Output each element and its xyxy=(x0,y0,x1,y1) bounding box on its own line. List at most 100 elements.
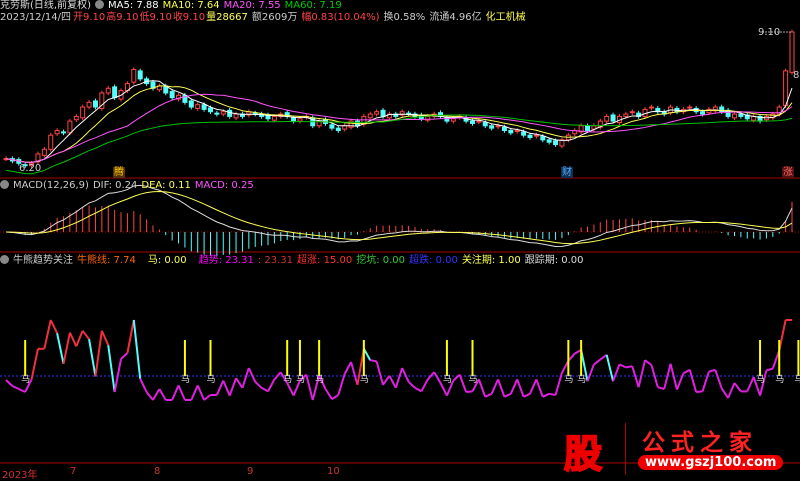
candle-down xyxy=(137,70,143,80)
macd-header: MACD(12,26,9) DIF: 0.24 DEA: 0.11 MACD: 0.2… xyxy=(0,180,258,192)
trend-value: 趋势: 23.31 xyxy=(198,255,254,266)
ma20-line xyxy=(5,93,793,163)
candle-down xyxy=(489,125,495,129)
signal-mark: 马 xyxy=(360,374,369,385)
trend-segment xyxy=(62,332,71,365)
axis-label-aug: 8 xyxy=(154,466,161,477)
trend-segment xyxy=(190,384,199,401)
candle-up xyxy=(271,115,277,121)
max-price-label: 9.10 xyxy=(758,27,781,38)
trend-segment xyxy=(261,386,269,393)
candle-down xyxy=(700,111,706,115)
trend-segment xyxy=(504,392,512,398)
candle-down xyxy=(207,107,213,113)
trend-segment xyxy=(75,330,84,347)
candle-down xyxy=(380,109,386,117)
candle-up xyxy=(374,111,380,115)
last-price-label: 8. xyxy=(793,70,800,81)
candle-down xyxy=(546,139,552,143)
trend-segment xyxy=(746,376,755,392)
ma-value: 马: 0.00 xyxy=(147,255,187,266)
trend-value-2: : 23.31 xyxy=(257,255,294,266)
candle-up xyxy=(533,134,539,137)
trend-segment xyxy=(235,377,244,389)
chart-canvas[interactable]: 马马马马马马马马马马马马马马 xyxy=(0,0,800,477)
trend-segment xyxy=(343,361,352,375)
track-period: 跟踪期: 0.00 xyxy=(524,255,584,266)
candle-up xyxy=(41,148,47,156)
trend-segment xyxy=(509,378,519,395)
candle-down xyxy=(610,114,616,122)
candle-up xyxy=(514,129,520,132)
trend-segment xyxy=(88,339,97,377)
trend-segment xyxy=(68,332,78,347)
candle-up xyxy=(367,113,373,119)
trend-segment xyxy=(631,365,640,388)
trend-segment xyxy=(350,361,359,386)
ma60-line xyxy=(5,114,793,175)
trend-segment xyxy=(484,392,493,398)
candle-down xyxy=(335,127,341,131)
trend-segment xyxy=(669,363,678,390)
trend-segment xyxy=(401,367,410,383)
candle-up xyxy=(687,106,693,109)
trend-segment xyxy=(267,378,276,392)
trend-segment xyxy=(490,378,499,395)
trend-segment xyxy=(56,332,65,365)
trend-segment xyxy=(477,379,487,398)
signal-mark: 马 xyxy=(206,374,215,385)
trend-segment xyxy=(382,375,391,386)
trend-segment xyxy=(458,374,468,393)
trend-segment xyxy=(177,384,186,401)
trend-segment xyxy=(18,388,26,393)
trend-segment xyxy=(682,368,691,375)
macd-dif: DIF: 0.24 xyxy=(92,180,138,191)
signal-mark: 马 xyxy=(577,374,586,385)
candle-down xyxy=(738,113,744,117)
trend-segment xyxy=(254,381,263,389)
indicator-title: 牛熊趋势关注 xyxy=(13,255,73,266)
marker-zhang: 涨 xyxy=(782,167,794,178)
macd-dea: DEA: 0.11 xyxy=(141,180,191,191)
trend-segment xyxy=(727,382,736,399)
trend-segment xyxy=(497,379,506,398)
trend-segment xyxy=(720,387,729,399)
trend-segment xyxy=(228,377,237,396)
trend-segment xyxy=(241,367,250,389)
trend-segment xyxy=(94,330,103,377)
candle-up xyxy=(54,129,60,135)
candle-up xyxy=(623,113,629,117)
dropdown-icon[interactable] xyxy=(0,255,9,264)
trend-segment xyxy=(145,391,154,401)
trend-segment xyxy=(433,371,442,384)
signal-mark: 马 xyxy=(296,374,305,385)
axis-label-jul: 7 xyxy=(70,466,77,477)
candle-up xyxy=(731,113,737,119)
trend-segment xyxy=(120,352,129,360)
trend-segment xyxy=(407,381,416,389)
signal-mark: 马 xyxy=(443,374,452,385)
candle-up xyxy=(131,69,137,83)
trend-segment xyxy=(599,354,608,361)
trend-segment xyxy=(688,369,698,393)
candle-down xyxy=(214,112,220,115)
candle-down xyxy=(61,131,67,134)
drop-value: 超跌: 0.00 xyxy=(409,255,458,266)
watch-period: 关注期: 1.00 xyxy=(461,255,521,266)
dropdown-icon[interactable] xyxy=(0,180,9,189)
trend-segment xyxy=(701,371,710,392)
trend-segment xyxy=(215,380,225,396)
trend-segment xyxy=(619,363,627,369)
candle-down xyxy=(521,131,527,136)
signal-mark: 马 xyxy=(794,374,800,385)
candle-down xyxy=(291,117,297,122)
candle-down xyxy=(169,91,175,99)
trend-segment xyxy=(644,359,653,366)
macd-title: MACD(12,26,9) xyxy=(13,180,89,191)
candle-down xyxy=(188,100,194,108)
trend-segment xyxy=(171,384,180,401)
trend-segment xyxy=(714,369,723,389)
candle-down xyxy=(482,122,488,127)
logo-name: 公式之家 xyxy=(642,430,758,456)
trend-segment xyxy=(420,378,429,392)
